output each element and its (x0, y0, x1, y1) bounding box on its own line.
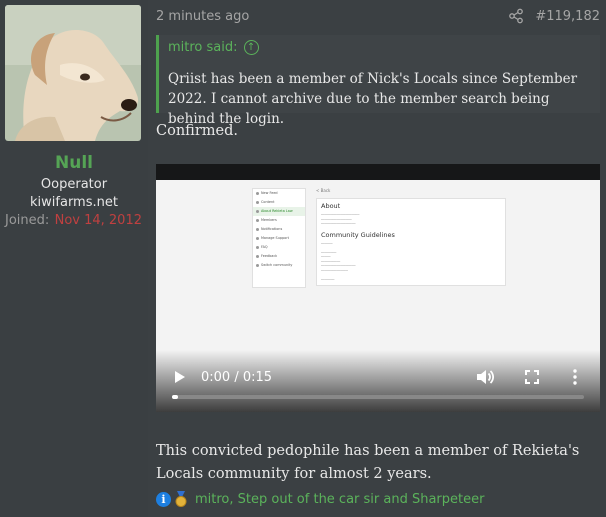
video-controls: 0:00 / 0:15 (156, 350, 600, 412)
dog-avatar-image (5, 5, 141, 141)
video-frame-nav-item: Switch community (253, 261, 305, 270)
video-frame-nav-item: Members (253, 216, 305, 225)
share-icon[interactable] (508, 8, 524, 24)
post-time-link[interactable]: 2 minutes ago (156, 9, 249, 24)
video-frame-nav-item: Feedback (253, 252, 305, 261)
video-frame-nav-item: Content (253, 198, 305, 207)
joined-date: Nov 14, 2012 (54, 213, 142, 228)
video-frame-nav: New Feed Content About Rekieta Law Members N… (252, 188, 306, 288)
reactions-bar[interactable]: i mitro, Step out of the car sir and Sha… (156, 490, 484, 508)
user-site: kiwifarms.net (30, 195, 118, 210)
username[interactable]: Null (0, 153, 148, 173)
post-body-text: This convicted pedophile has been a memb… (156, 443, 580, 482)
joined-label: Joined: (5, 213, 50, 228)
avatar[interactable] (5, 5, 141, 141)
video-frame-nav-item: Notifications (253, 225, 305, 234)
gold-medal-icon (175, 491, 187, 507)
video-frame-about-heading: About (321, 202, 341, 210)
volume-icon[interactable] (476, 369, 494, 385)
video-time: 0:00 / 0:15 (201, 370, 273, 385)
more-options-icon[interactable] (572, 369, 578, 385)
video-frame-main: < Back About ──────────────────── ───────… (316, 188, 506, 318)
fullscreen-icon[interactable] (525, 370, 539, 384)
jump-to-quote-icon[interactable]: ↑ (243, 40, 259, 55)
video-frame-guidelines-heading: Community Guidelines (321, 230, 395, 239)
video-progress-fill (172, 395, 179, 399)
quote-text: Qriist has been a member of Nick's Local… (168, 71, 578, 127)
message-user-sidebar: Null Ooperator kiwifarms.net Joined: Nov… (0, 0, 148, 517)
play-icon[interactable] (174, 370, 186, 384)
informative-icon: i (156, 491, 171, 507)
video-frame-nav-item: Manage Support (253, 234, 305, 243)
quote-block: mitro said: ↑ Qriist has been a member o… (156, 35, 600, 127)
post-text-confirmed: Confirmed. (156, 123, 238, 139)
video-frame-filler: ────────────────────────────────────────… (321, 213, 360, 226)
video-frame-back: < Back (316, 188, 331, 193)
message-attribution: 2 minutes ago #119,182 (156, 8, 600, 28)
video-frame-nav-item: New Feed (253, 189, 305, 198)
video-frame-filler: ────────────────────────────────────────… (321, 241, 356, 282)
video-frame-nav-item: About Rekieta Law (253, 207, 305, 216)
user-title: Ooperator (40, 177, 108, 192)
post-number-link[interactable]: #119,182 (535, 9, 600, 24)
video-player[interactable]: New Feed Content About Rekieta Law Members N… (156, 164, 600, 412)
video-frame-nav-item: FAQ (253, 243, 305, 252)
video-frame-card: About ──────────────────── ──────────────… (316, 198, 506, 286)
quote-author[interactable]: mitro said: (168, 40, 238, 55)
video-progress-bar[interactable] (172, 395, 584, 399)
video-frame-topbar (156, 164, 600, 180)
quote-attribution[interactable]: mitro said: ↑ (168, 40, 259, 55)
reaction-users-link[interactable]: mitro, Step out of the car sir and Sharp… (195, 492, 484, 507)
